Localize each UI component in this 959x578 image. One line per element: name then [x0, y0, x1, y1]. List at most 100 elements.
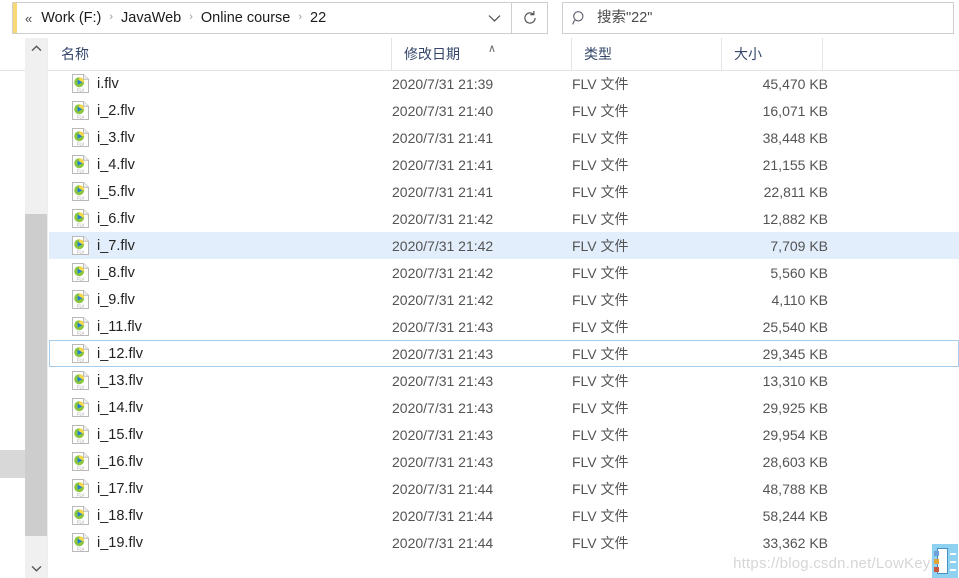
svg-text:FLV: FLV: [77, 438, 85, 443]
breadcrumb-separator-icon[interactable]: ›: [298, 11, 302, 23]
svg-text:FLV: FLV: [77, 465, 85, 470]
breadcrumb-item-work-f[interactable]: Work (F:): [39, 8, 103, 28]
address-bar[interactable]: « Work (F:) › JavaWeb › Online course › …: [12, 2, 512, 34]
file-date-cell: 2020/7/31 21:43: [392, 345, 494, 362]
table-row[interactable]: FLV i_18.flv 2020/7/31 21:44 FLV 文件 58,244 K…: [49, 502, 959, 529]
file-name-cell[interactable]: FLV i_8.flv: [50, 263, 135, 283]
file-type-cell: FLV 文件: [572, 129, 629, 146]
table-row[interactable]: FLV i_15.flv 2020/7/31 21:43 FLV 文件 29,954 K…: [49, 421, 959, 448]
file-type-cell: FLV 文件: [572, 102, 629, 119]
address-history-dropdown-button[interactable]: [477, 3, 511, 33]
file-name-cell[interactable]: FLV i_9.flv: [50, 290, 135, 310]
table-row[interactable]: FLV i_3.flv 2020/7/31 21:41 FLV 文件 38,448 KB: [49, 124, 959, 151]
breadcrumb-item-javaweb[interactable]: JavaWeb: [119, 8, 183, 28]
table-row[interactable]: FLV i_7.flv 2020/7/31 21:42 FLV 文件 7,709 KB: [49, 232, 959, 259]
file-name-label: i_12.flv: [97, 345, 143, 362]
chevron-down-icon: [488, 14, 500, 22]
breadcrumb-item-online-course[interactable]: Online course: [199, 8, 292, 28]
flv-file-icon: FLV: [72, 452, 89, 471]
table-row[interactable]: FLV i_17.flv 2020/7/31 21:44 FLV 文件 48,788 K…: [49, 475, 959, 502]
table-row[interactable]: FLV i_5.flv 2020/7/31 21:41 FLV 文件 22,811 KB: [49, 178, 959, 205]
column-header-row: 名称 修改日期 ∧ 类型 大小: [0, 38, 959, 71]
file-name-cell[interactable]: FLV i_11.flv: [50, 317, 142, 337]
file-date-cell: 2020/7/31 21:43: [392, 372, 494, 389]
refresh-button[interactable]: [512, 2, 548, 34]
file-type-cell: FLV 文件: [572, 264, 629, 281]
flv-file-icon: FLV: [72, 398, 89, 417]
file-date-cell: 2020/7/31 21:40: [392, 102, 494, 119]
table-row[interactable]: FLV i_13.flv 2020/7/31 21:43 FLV 文件 13,310 K…: [49, 367, 959, 394]
table-row[interactable]: FLV i_4.flv 2020/7/31 21:41 FLV 文件 21,155 KB: [49, 151, 959, 178]
file-type-cell: FLV 文件: [572, 372, 629, 389]
file-name-cell[interactable]: FLV i_3.flv: [50, 128, 135, 148]
file-name-cell[interactable]: FLV i_6.flv: [50, 209, 135, 229]
file-name-cell[interactable]: FLV i_14.flv: [50, 398, 143, 418]
file-size-cell: 12,882 KB: [762, 210, 828, 227]
column-header-type[interactable]: 类型: [571, 38, 721, 70]
flv-file-icon: FLV: [72, 74, 89, 93]
breadcrumb-item-22[interactable]: 22: [308, 8, 328, 28]
scroll-down-button[interactable]: [25, 558, 47, 578]
file-type-cell: FLV 文件: [572, 318, 629, 335]
table-row[interactable]: FLV i_9.flv 2020/7/31 21:42 FLV 文件 4,110 KB: [49, 286, 959, 313]
svg-text:FLV: FLV: [77, 411, 85, 416]
file-type-cell: FLV 文件: [572, 237, 629, 254]
file-name-cell[interactable]: FLV i.flv: [50, 74, 119, 94]
vertical-scrollbar[interactable]: [25, 38, 48, 578]
breadcrumb-separator-icon[interactable]: ›: [109, 11, 113, 23]
file-name-cell[interactable]: FLV i_12.flv: [50, 344, 143, 364]
column-header-name[interactable]: 名称: [49, 38, 391, 70]
file-name-label: i_15.flv: [97, 426, 143, 443]
flv-file-icon: FLV: [72, 398, 89, 417]
flv-file-icon: FLV: [72, 128, 89, 147]
scroll-up-button[interactable]: [25, 38, 47, 58]
svg-text:FLV: FLV: [77, 249, 85, 254]
flv-file-icon: FLV: [72, 371, 89, 390]
file-date-cell: 2020/7/31 21:42: [392, 237, 494, 254]
flv-file-icon: FLV: [72, 155, 89, 174]
table-row[interactable]: FLV i_19.flv 2020/7/31 21:44 FLV 文件 33,362 K…: [49, 529, 959, 556]
table-row[interactable]: FLV i_2.flv 2020/7/31 21:40 FLV 文件 16,071 KB: [49, 97, 959, 124]
file-name-cell[interactable]: FLV i_13.flv: [50, 371, 143, 391]
file-name-label: i_6.flv: [97, 210, 135, 227]
file-type-cell: FLV 文件: [572, 480, 629, 497]
file-name-cell[interactable]: FLV i_7.flv: [50, 236, 135, 256]
file-name-cell[interactable]: FLV i_16.flv: [50, 452, 143, 472]
flv-file-icon: FLV: [72, 317, 89, 336]
scrollbar-thumb[interactable]: [25, 214, 47, 536]
file-date-cell: 2020/7/31 21:44: [392, 480, 494, 497]
table-row[interactable]: FLV i_16.flv 2020/7/31 21:43 FLV 文件 28,603 K…: [49, 448, 959, 475]
file-date-cell: 2020/7/31 21:41: [392, 129, 494, 146]
file-name-cell[interactable]: FLV i_19.flv: [50, 533, 143, 553]
column-header-size[interactable]: 大小: [721, 38, 822, 70]
file-name-label: i_7.flv: [97, 237, 135, 254]
file-size-cell: 4,110 KB: [771, 291, 828, 308]
file-size-cell: 25,540 KB: [762, 318, 828, 335]
breadcrumb-overflow-icon[interactable]: «: [25, 12, 32, 25]
file-name-cell[interactable]: FLV i_17.flv: [50, 479, 143, 499]
svg-text:FLV: FLV: [77, 492, 85, 497]
table-row[interactable]: FLV i_8.flv 2020/7/31 21:42 FLV 文件 5,560 KB: [49, 259, 959, 286]
file-name-cell[interactable]: FLV i_5.flv: [50, 182, 135, 202]
file-name-cell[interactable]: FLV i_4.flv: [50, 155, 135, 175]
explorer-toolbar: « Work (F:) › JavaWeb › Online course › …: [0, 0, 959, 38]
svg-text:FLV: FLV: [77, 330, 85, 335]
table-row[interactable]: FLV i_11.flv 2020/7/31 21:43 FLV 文件 25,540 K…: [49, 313, 959, 340]
file-name-cell[interactable]: FLV i_15.flv: [50, 425, 143, 445]
column-header-date-modified[interactable]: 修改日期 ∧: [391, 38, 571, 70]
file-list[interactable]: FLV i.flv 2020/7/31 21:39 FLV 文件 45,470 KB FL…: [49, 70, 959, 578]
search-box[interactable]: 搜索"22": [562, 2, 954, 34]
breadcrumb-separator-icon[interactable]: ›: [189, 11, 193, 23]
table-row[interactable]: FLV i_14.flv 2020/7/31 21:43 FLV 文件 29,925 K…: [49, 394, 959, 421]
table-row[interactable]: FLV i_6.flv 2020/7/31 21:42 FLV 文件 12,882 KB: [49, 205, 959, 232]
svg-text:FLV: FLV: [77, 546, 85, 551]
table-row[interactable]: FLV i_12.flv 2020/7/31 21:43 FLV 文件 29,345 K…: [49, 340, 959, 367]
file-name-cell[interactable]: FLV i_18.flv: [50, 506, 143, 526]
file-size-cell: 16,071 KB: [762, 102, 828, 119]
flv-file-icon: FLV: [72, 533, 89, 552]
file-type-cell: FLV 文件: [572, 507, 629, 524]
file-name-cell[interactable]: FLV i_2.flv: [50, 101, 135, 121]
table-row[interactable]: FLV i.flv 2020/7/31 21:39 FLV 文件 45,470 KB: [49, 70, 959, 97]
search-input[interactable]: 搜索"22": [597, 9, 652, 27]
file-type-cell: FLV 文件: [572, 345, 629, 362]
